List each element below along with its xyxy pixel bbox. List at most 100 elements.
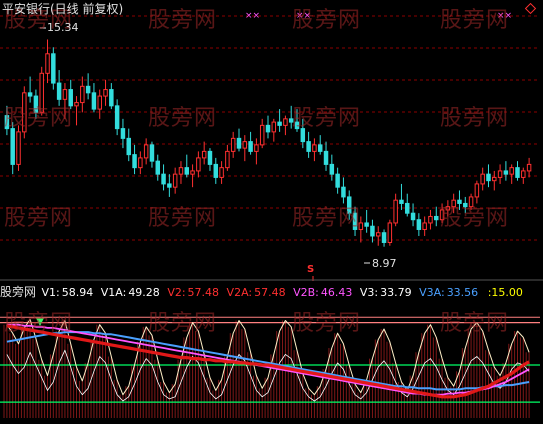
candle-up <box>474 183 480 198</box>
chart-window: ×× ×× ×× 股旁网 股旁网 股旁网 股旁网 股旁网 股旁网 股旁网 股旁网 股… <box>0 0 543 424</box>
candle-down <box>265 124 271 133</box>
candle-up <box>492 176 497 182</box>
candle-up <box>428 215 433 224</box>
watermark: 股旁网 <box>148 206 218 231</box>
candle-up <box>254 144 259 152</box>
candle-down <box>236 137 242 149</box>
candle-up <box>62 89 68 100</box>
legend-v1a-label: V1A: <box>100 286 127 299</box>
candle-down <box>155 160 160 175</box>
candle-down <box>207 150 213 165</box>
candle-up <box>497 170 503 178</box>
candle-down <box>126 137 131 156</box>
candle-down <box>341 186 346 198</box>
legend-level-value: :15.00 <box>487 286 523 299</box>
candle-up <box>393 199 398 224</box>
candle-down <box>486 173 491 182</box>
candle-up <box>190 170 195 175</box>
legend-v3a-value: 33.56 <box>446 286 479 299</box>
candle-up <box>521 170 526 178</box>
legend-v3-value: 33.79 <box>380 286 412 299</box>
watermark: 股旁网 <box>292 311 362 336</box>
candle-up <box>242 141 248 149</box>
candle-up <box>422 222 427 230</box>
candle-up <box>45 53 50 74</box>
watermark: 股旁网 <box>440 206 510 231</box>
legend-v2a-label: V2A: <box>226 286 253 299</box>
candle-down <box>515 167 520 178</box>
indicator-legend: 股旁网 V1: 58.94 V1A: 49.28 V2: 57.48 V2A: 57.4… <box>0 283 527 299</box>
legend-v1a-value: 49.28 <box>128 286 160 299</box>
candle-up <box>480 173 485 185</box>
candle-down <box>91 92 97 110</box>
watermark: 股旁网 <box>148 311 218 336</box>
legend-v2a: V2A: 57.48 <box>227 286 288 299</box>
watermark: 股旁网 <box>148 106 218 131</box>
candle-up <box>230 137 236 152</box>
watermark: 股旁网 <box>292 106 362 131</box>
candle-down <box>51 53 56 84</box>
candle-down <box>132 154 137 169</box>
candle-up <box>143 144 149 159</box>
candle-down <box>370 225 375 237</box>
legend-v2: V2: 57.48 <box>167 286 221 299</box>
candle-up <box>271 121 277 133</box>
watermark: 股旁网 <box>292 8 362 33</box>
candle-up <box>312 144 317 152</box>
candle-down <box>248 141 253 152</box>
legend-v3a-label: V3A: <box>419 286 445 299</box>
sell-signal-label: S <box>307 264 315 275</box>
chart-title: 平安银行(日线 前复权) <box>2 2 124 16</box>
legend-v3a: V3A: 33.56 <box>419 286 480 299</box>
candle-down <box>56 82 62 100</box>
candle-down <box>149 144 155 162</box>
candle-up <box>74 102 79 107</box>
candle-down <box>167 183 172 188</box>
candle-up <box>219 167 224 178</box>
legend-v2a-value: 57.48 <box>254 286 286 299</box>
watermark: 股旁网 <box>148 8 218 33</box>
candle-down <box>434 215 439 221</box>
watermark: 股旁网 <box>4 311 74 336</box>
candle-up <box>509 167 514 175</box>
watermark: 股旁网 <box>4 206 74 231</box>
legend-v1a: V1A: 49.28 <box>101 286 162 299</box>
candle-down <box>114 105 120 130</box>
candle-down <box>109 89 114 107</box>
indicator-name: 股旁网 <box>0 285 37 299</box>
candle-down <box>317 144 323 152</box>
candle-down <box>381 232 387 243</box>
candle-down <box>416 219 422 230</box>
candle-down <box>323 150 329 165</box>
legend-v3: V3: 33.79 <box>360 286 414 299</box>
candle-down <box>405 202 410 214</box>
candle-up <box>103 89 108 97</box>
candle-up <box>283 118 288 126</box>
legend-v2-value: 57.48 <box>187 286 220 299</box>
candle-down <box>120 128 126 139</box>
candle-up <box>225 150 230 169</box>
candle-up <box>259 124 265 146</box>
watermark: 股旁网 <box>4 106 74 131</box>
price-high-label: 15.34 <box>47 21 79 34</box>
candle-up <box>80 85 85 104</box>
legend-level: :15.00 <box>486 286 525 299</box>
candle-down <box>364 222 369 227</box>
candle-up <box>387 222 393 243</box>
candle-down <box>184 167 190 175</box>
candle-down <box>10 128 15 165</box>
panel-diamond-icon <box>524 2 537 15</box>
watermark: 股旁网 <box>440 311 510 336</box>
candle-up <box>526 163 532 172</box>
candle-down <box>85 85 91 94</box>
legend-v3-label: V3: <box>359 286 379 299</box>
candle-down <box>213 163 219 178</box>
legend-v2b-label: V2B: <box>293 286 319 299</box>
candle-down <box>335 173 340 188</box>
watermark: 股旁网 <box>292 206 362 231</box>
candle-up <box>201 150 207 159</box>
top-marker: ×× <box>245 11 260 21</box>
candle-down <box>410 212 416 221</box>
legend-v1-value: 58.94 <box>61 286 94 299</box>
candle-up <box>138 157 143 169</box>
